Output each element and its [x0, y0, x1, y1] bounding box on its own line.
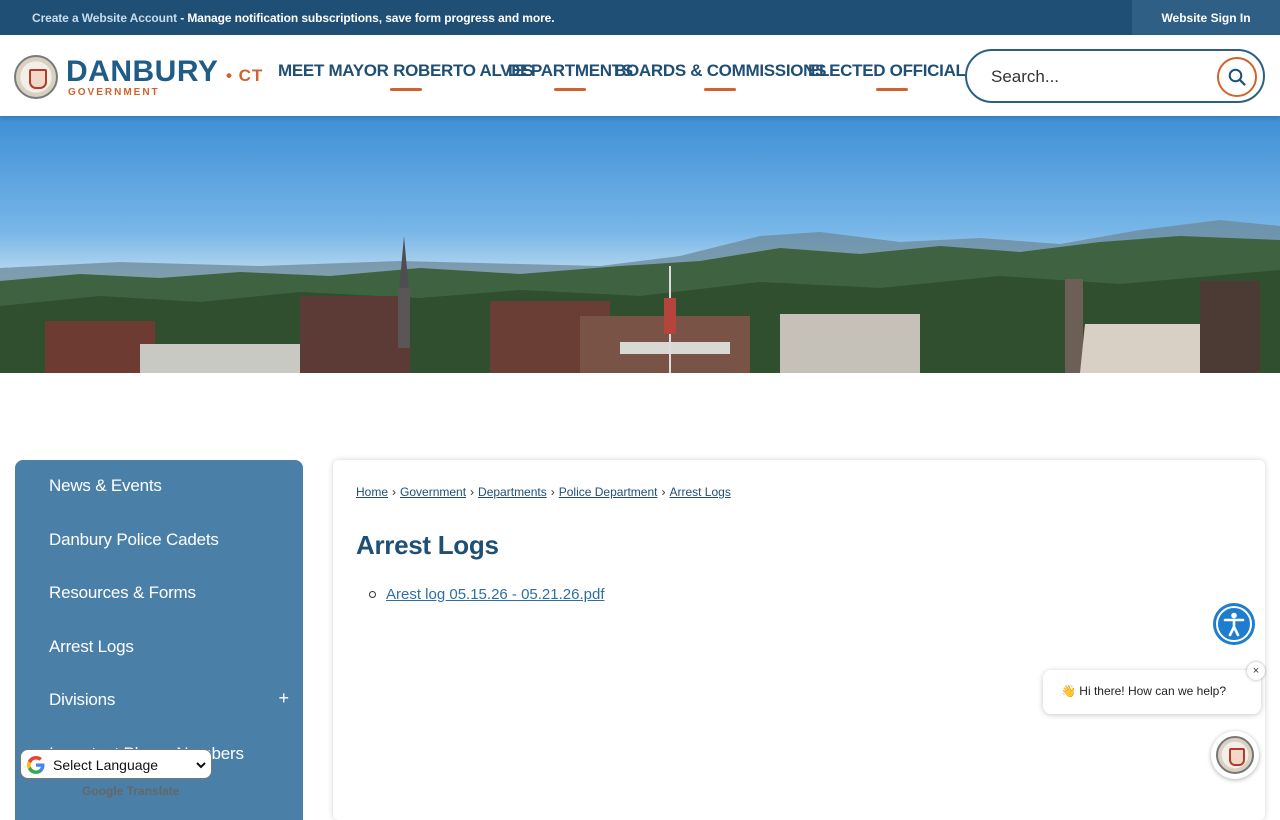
logo-name: DANBURY [66, 55, 219, 88]
chat-close-button[interactable]: × [1247, 662, 1265, 680]
city-seal-icon [1216, 736, 1254, 774]
search-input[interactable] [991, 64, 1201, 90]
breadcrumb-separator: › [550, 485, 555, 499]
breadcrumb-home[interactable]: Home [356, 485, 388, 499]
breadcrumb-arrest-logs[interactable]: Arrest Logs [669, 485, 730, 499]
list-item: Arest log 05.15.26 - 05.21.26.pdf [369, 586, 605, 603]
nav-boards-commissions[interactable]: BOARDS & COMMISSIONS [614, 61, 826, 81]
accessibility-button[interactable] [1213, 603, 1255, 645]
search-icon [1228, 68, 1246, 86]
logo-state: • CT [226, 66, 264, 85]
nav-meet-mayor[interactable]: MEET MAYOR ROBERTO ALVES [278, 61, 534, 81]
search-box [965, 49, 1265, 103]
sidebar-item-resources-forms[interactable]: Resources & Forms [49, 583, 196, 603]
search-button[interactable] [1217, 57, 1257, 97]
breadcrumb-government[interactable]: Government [400, 485, 466, 499]
divisions-expand-button[interactable]: + [278, 688, 289, 709]
language-select[interactable]: Select Language [49, 754, 209, 776]
google-wordmark: Google [82, 784, 124, 798]
sidebar-item-arrest-logs[interactable]: Arrest Logs [49, 637, 134, 657]
sign-in-button[interactable]: Website Sign In [1132, 0, 1280, 35]
translate-wordmark[interactable]: Translate [127, 784, 180, 798]
breadcrumb-police-department[interactable]: Police Department [559, 485, 658, 499]
google-g-icon [27, 756, 45, 774]
account-notice: Create a Website Account - Manage notifi… [32, 11, 555, 25]
content-card: Home › Government › Departments › Police Depar… [333, 460, 1265, 820]
logo-subtitle: GOVERNMENT [68, 87, 160, 98]
chat-message: 👋 Hi there! How can we help? [1061, 684, 1227, 698]
translate-powered-by: Google Translate [82, 784, 179, 798]
breadcrumb-departments[interactable]: Departments [478, 485, 547, 499]
sidebar-item-police-cadets[interactable]: Danbury Police Cadets [49, 530, 219, 550]
city-seal-icon [14, 55, 58, 99]
page-title: Arrest Logs [356, 530, 499, 560]
site-header: DANBURY GOVERNMENT • CT MEET MAYOR ROBER… [0, 35, 1280, 116]
document-list: Arest log 05.15.26 - 05.21.26.pdf [369, 586, 605, 603]
document-link[interactable]: Arest log 05.15.26 - 05.21.26.pdf [386, 586, 605, 603]
breadcrumb: Home › Government › Departments › Police Depar… [356, 485, 731, 499]
language-selector: Select Language [20, 749, 212, 779]
create-account-link[interactable]: Create a Website Account [32, 11, 177, 25]
chat-bubble[interactable]: 👋 Hi there! How can we help? × [1043, 662, 1265, 714]
top-bar: Create a Website Account - Manage notifi… [0, 0, 1280, 35]
accessibility-icon [1216, 606, 1252, 642]
nav-elected-officials[interactable]: ELECTED OFFICIALS [808, 61, 977, 81]
breadcrumb-separator: › [392, 485, 397, 499]
breadcrumb-separator: › [661, 485, 666, 499]
site-logo[interactable]: DANBURY GOVERNMENT • CT [14, 53, 269, 99]
hero-banner-image [0, 116, 1280, 373]
chat-launcher-button[interactable] [1211, 731, 1259, 779]
sidebar-item-news-events[interactable]: News & Events [49, 476, 162, 496]
breadcrumb-separator: › [470, 485, 475, 499]
sidebar-item-divisions[interactable]: Divisions [49, 690, 115, 710]
account-notice-text: - Manage notification subscriptions, sav… [176, 11, 555, 25]
